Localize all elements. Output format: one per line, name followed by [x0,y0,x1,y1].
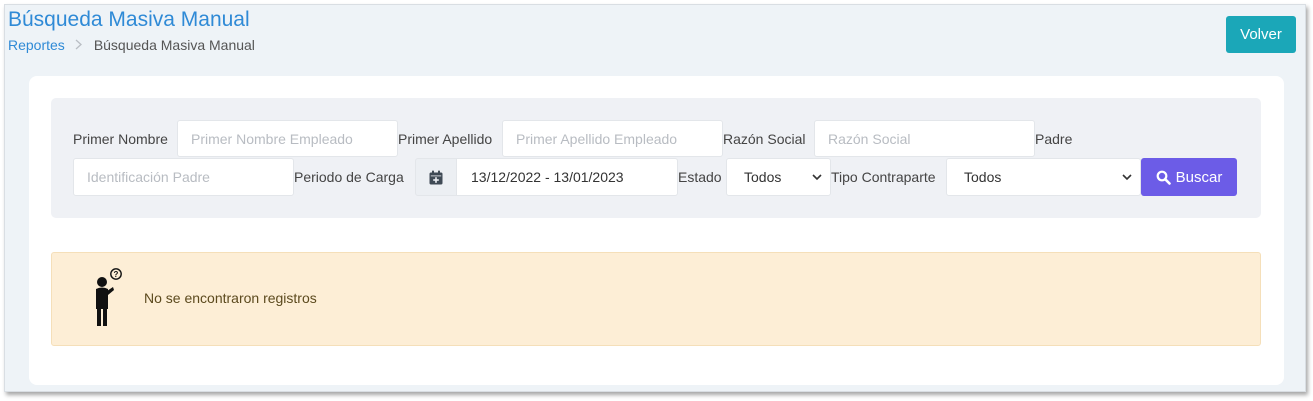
razon-social-label: Razón Social [723,131,806,147]
svg-text:?: ? [114,270,119,279]
tipo-contraparte-label: Tipo Contraparte [831,169,936,185]
padre-label: Padre [1035,131,1073,147]
estado-label: Estado [678,169,722,185]
search-icon [1156,170,1171,185]
breadcrumb-current: Búsqueda Masiva Manual [93,37,255,53]
page-container: Búsqueda Masiva Manual Reportes Búsqueda… [4,4,1306,392]
empty-results-message: No se encontraron registros [144,290,317,306]
chevron-down-icon [1122,174,1132,181]
razon-social-input[interactable] [814,120,1035,157]
tipo-contraparte-select[interactable]: Todos [946,158,1141,196]
tipo-contraparte-selected-value: Todos [964,169,1002,185]
periodo-carga-input[interactable]: 13/12/2022 - 13/01/2023 [456,158,678,196]
search-button-label: Buscar [1175,168,1223,186]
primer-nombre-input[interactable] [177,120,398,157]
primer-apellido-input[interactable] [502,120,723,157]
content-card: Primer Nombre Primer Apellido Razón Soci… [29,76,1284,385]
estado-select[interactable]: Todos [726,158,831,196]
identificacion-padre-input[interactable] [73,158,294,196]
back-button[interactable]: Volver [1226,16,1296,53]
primer-apellido-label: Primer Apellido [398,131,493,147]
search-button[interactable]: Buscar [1141,158,1237,196]
primer-nombre-label: Primer Nombre [73,131,168,147]
periodo-carga-label: Periodo de Carga [294,169,404,185]
breadcrumb-link-reportes[interactable]: Reportes [8,36,65,54]
breadcrumb: Reportes Búsqueda Masiva Manual [8,36,255,54]
filter-panel: Primer Nombre Primer Apellido Razón Soci… [51,98,1261,218]
empty-results-alert: ? No se encontraron registros [51,252,1261,346]
estado-selected-value: Todos [744,169,782,185]
page-title: Búsqueda Masiva Manual [8,8,250,31]
chevron-right-icon [75,36,82,54]
calendar-plus-icon[interactable] [415,158,457,196]
confused-person-icon: ? [96,268,122,326]
chevron-down-icon [812,174,822,181]
